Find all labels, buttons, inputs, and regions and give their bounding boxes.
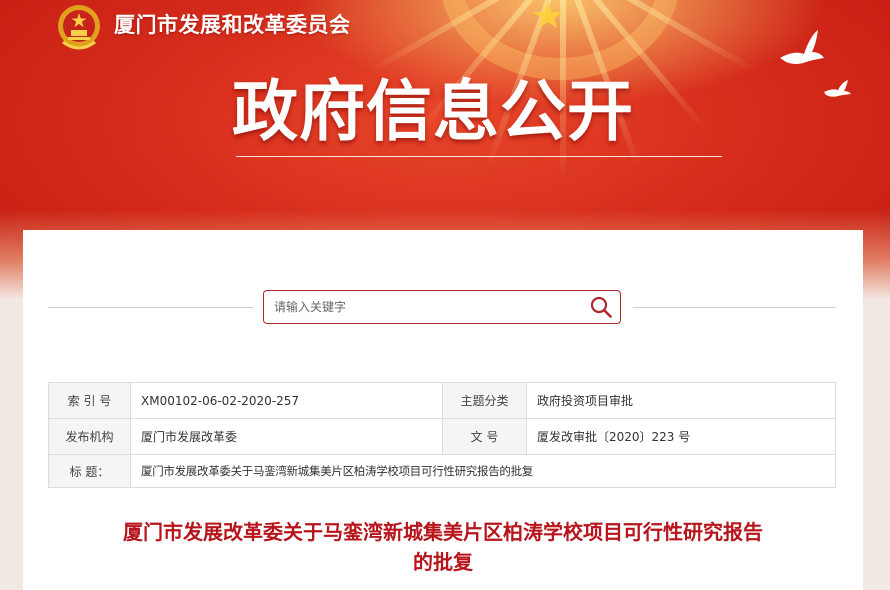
document-title: 厦门市发展改革委关于马銮湾新城集美片区柏涛学校项目可行性研究报告 的批复: [63, 517, 823, 577]
national-emblem-icon[interactable]: [55, 2, 103, 52]
document-number-value: 厦发改审批〔2020〕223 号: [526, 418, 836, 455]
search-icon[interactable]: [590, 296, 612, 318]
dove-icon: [780, 30, 824, 64]
publisher-label: 发布机构: [48, 418, 131, 455]
search-divider-right: [633, 307, 836, 308]
search-box: [263, 290, 621, 324]
heading-divider: [236, 156, 722, 157]
content-panel: 索 引 号 XM00102-06-02-2020-257 主题分类 政府投资项目…: [23, 230, 863, 590]
index-number-value: XM00102-06-02-2020-257: [130, 382, 443, 419]
title-value: 厦门市发展改革委关于马銮湾新城集美片区柏涛学校项目可行性研究报告的批复: [130, 454, 836, 488]
organization-name[interactable]: 厦门市发展和改革委员会: [114, 9, 351, 39]
topic-value: 政府投资项目审批: [526, 382, 836, 419]
document-meta-table: 索 引 号 XM00102-06-02-2020-257 主题分类 政府投资项目…: [48, 382, 836, 488]
table-row: 标 题： 厦门市发展改革委关于马銮湾新城集美片区柏涛学校项目可行性研究报告的批复: [48, 454, 836, 488]
index-number-label: 索 引 号: [48, 382, 131, 419]
document-title-line-1: 厦门市发展改革委关于马銮湾新城集美片区柏涛学校项目可行性研究报告: [123, 520, 763, 544]
star-icon: [533, 2, 563, 28]
dove-icon: [824, 80, 851, 97]
topic-label: 主题分类: [442, 382, 527, 419]
table-row: 索 引 号 XM00102-06-02-2020-257 主题分类 政府投资项目…: [48, 382, 836, 419]
publisher-value: 厦门市发展改革委: [130, 418, 443, 455]
page-heading: 政府信息公开: [232, 73, 634, 150]
search-input[interactable]: [274, 291, 574, 323]
table-row: 发布机构 厦门市发展改革委 文 号 厦发改审批〔2020〕223 号: [48, 418, 836, 455]
document-title-line-2: 的批复: [413, 550, 473, 574]
search-divider-left: [48, 307, 253, 308]
title-label: 标 题：: [48, 454, 131, 488]
document-number-label: 文 号: [442, 418, 527, 455]
